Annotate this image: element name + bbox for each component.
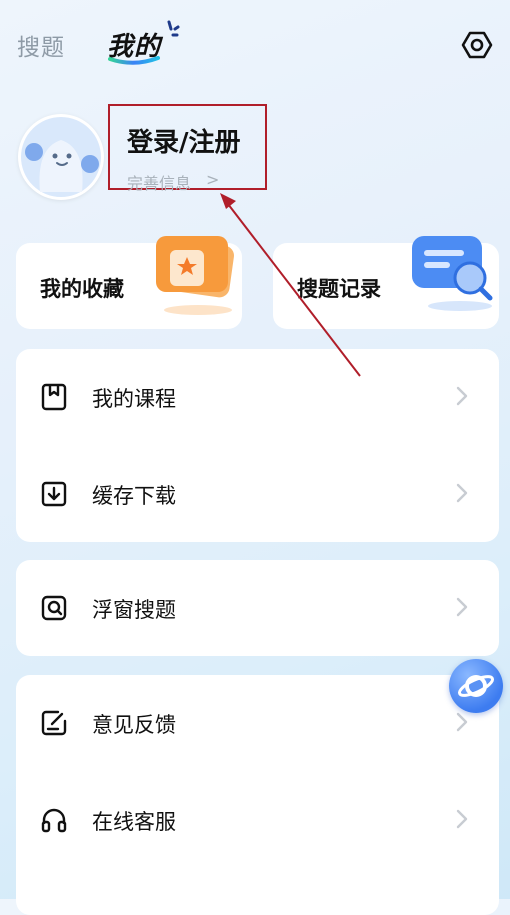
chevron-right-icon	[456, 386, 468, 406]
headphones-icon	[41, 808, 67, 833]
favorites-label: 我的收藏	[40, 277, 124, 301]
avatar-mascot-icon	[21, 117, 101, 197]
avatar[interactable]	[18, 114, 104, 200]
menu-label-online-service: 在线客服	[92, 810, 176, 834]
chevron-right-icon	[456, 483, 468, 503]
menu-label-downloads: 缓存下载	[92, 484, 176, 508]
chevron-right-icon: >	[206, 170, 220, 189]
search-history-icon	[412, 236, 493, 311]
menu-label-float-search: 浮窗搜题	[92, 598, 176, 622]
floating-assistant-button[interactable]	[449, 659, 503, 713]
search-history-label: 搜题记录	[297, 277, 381, 301]
float-search-icon	[41, 595, 67, 621]
gear-icon[interactable]	[461, 29, 493, 61]
menu-item-float-search[interactable]: 浮窗搜题	[16, 560, 499, 656]
download-icon	[41, 481, 67, 507]
tab-search[interactable]: 搜题	[17, 28, 65, 62]
menu-item-downloads[interactable]: 缓存下载	[16, 446, 499, 542]
planet-icon	[457, 675, 495, 697]
login-register-link[interactable]: 登录/注册	[127, 122, 241, 159]
menu-item-online-service[interactable]: 在线客服	[16, 772, 499, 868]
feedback-edit-icon	[41, 710, 67, 736]
menu-item-my-courses[interactable]: 我的课程	[16, 349, 499, 445]
favorites-folder-icon	[156, 236, 234, 315]
chevron-right-icon	[456, 712, 468, 732]
menu-label-feedback: 意见反馈	[92, 713, 176, 737]
menu-item-feedback[interactable]: 意见反馈	[16, 675, 499, 771]
sparkle-icon	[167, 20, 180, 37]
chevron-right-icon	[456, 809, 468, 829]
tab-active-underline	[108, 56, 160, 65]
complete-info-link[interactable]: 完善信息	[127, 170, 191, 194]
chevron-right-icon	[456, 597, 468, 617]
menu-label-my-courses: 我的课程	[92, 387, 176, 411]
bookmark-book-icon	[41, 383, 67, 411]
